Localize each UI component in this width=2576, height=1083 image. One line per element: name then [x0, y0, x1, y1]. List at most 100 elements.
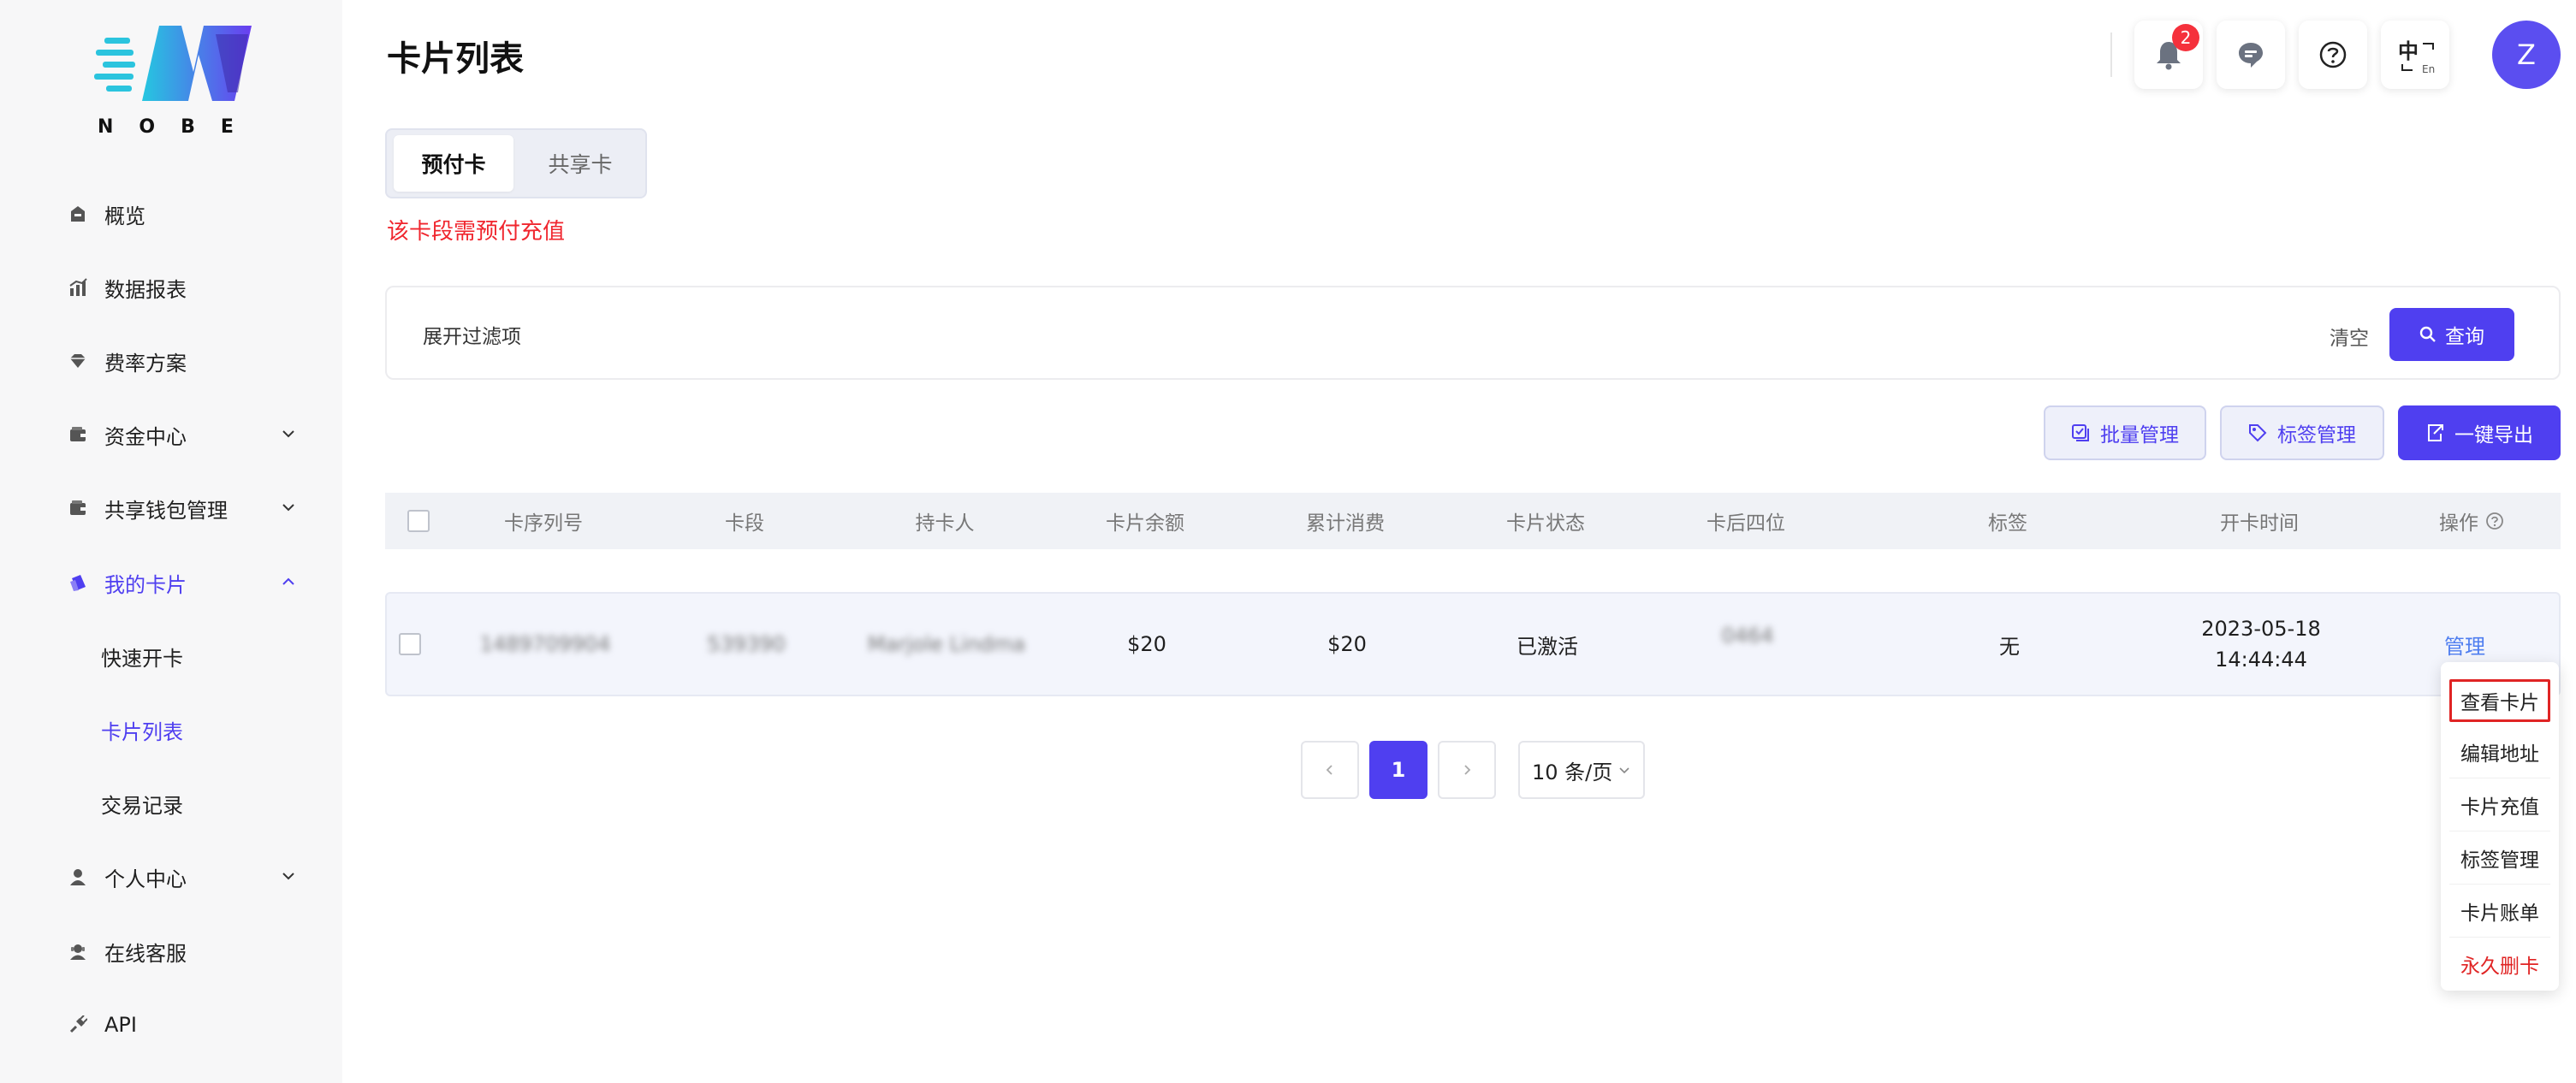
menu-item-edit-address[interactable]: 编辑地址: [2449, 725, 2550, 778]
home-icon: [67, 203, 89, 225]
notification-button[interactable]: 2: [2134, 21, 2203, 89]
sidebar-subitem-label: 卡片列表: [101, 719, 183, 744]
cell-holder: Marjole Lindma: [867, 632, 1026, 656]
page-number-current[interactable]: 1: [1369, 741, 1427, 799]
sidebar-subitem-transactions[interactable]: 交易记录: [101, 779, 183, 827]
export-button[interactable]: 一键导出: [2398, 405, 2561, 460]
logo[interactable]: NOBE: [92, 22, 252, 142]
notification-badge: 2: [2172, 24, 2199, 51]
menu-item-tag-manage[interactable]: 标签管理: [2449, 831, 2550, 885]
sidebar-item-reports[interactable]: 数据报表: [67, 263, 315, 311]
switch-arrow-icon: [2401, 64, 2413, 71]
tab-prepaid-card[interactable]: 预付卡: [394, 135, 513, 192]
sidebar-item-support[interactable]: 在线客服: [67, 927, 315, 975]
chevron-down-icon: [282, 430, 294, 438]
wallet-icon: [67, 423, 89, 446]
open-date: 2023-05-18: [2201, 617, 2321, 641]
table-row: 1489709904 539390 Marjole Lindma $20 $20…: [385, 592, 2561, 696]
sidebar-item-funds[interactable]: 资金中心: [67, 411, 315, 459]
cell-tag: 无: [1999, 634, 2020, 659]
language-switch-button[interactable]: 中 En: [2381, 21, 2449, 89]
help-button[interactable]: [2299, 21, 2367, 89]
message-button[interactable]: [2217, 21, 2285, 89]
sidebar-item-api[interactable]: API: [67, 1001, 315, 1049]
sidebar-item-label: 个人中心: [104, 867, 187, 891]
page-size-value: 10 条/页: [1532, 760, 1613, 784]
api-icon: [67, 1014, 89, 1036]
sidebar-item-label: 我的卡片: [104, 572, 187, 597]
switch-arrow-icon: [2423, 43, 2434, 50]
wallet-icon: [67, 497, 89, 519]
tag-manage-label: 标签管理: [2277, 424, 2356, 447]
diamond-icon: [67, 350, 89, 372]
row-checkbox[interactable]: [399, 633, 421, 655]
sidebar-subitem-label: 快速开卡: [101, 646, 183, 671]
select-all-checkbox[interactable]: [407, 510, 430, 532]
question-circle-icon[interactable]: [2485, 512, 2504, 530]
card-type-tabs: 预付卡 共享卡: [385, 128, 647, 198]
menu-item-card-recharge[interactable]: 卡片充值: [2449, 778, 2550, 831]
clear-button[interactable]: 清空: [2330, 322, 2369, 351]
batch-manage-label: 批量管理: [2100, 424, 2179, 447]
user-icon: [67, 866, 89, 888]
column-header: 卡序列号: [504, 512, 583, 535]
header-divider: [2110, 33, 2112, 77]
sidebar-item-overview[interactable]: 概览: [67, 190, 315, 238]
page-size-select[interactable]: 10 条/页: [1518, 741, 1645, 799]
tag-manage-button[interactable]: 标签管理: [2220, 405, 2384, 460]
sidebar-item-label: 概览: [104, 204, 145, 228]
column-header: 开卡时间: [2220, 512, 2299, 535]
chevron-right-icon: [1464, 765, 1471, 775]
language-alt: En: [2422, 63, 2436, 75]
batch-icon: [2072, 424, 2089, 441]
sidebar-item-label: 在线客服: [104, 941, 187, 966]
prepaid-notice: 该卡段需预付充值: [387, 219, 566, 245]
column-header: 卡段: [725, 512, 764, 535]
query-button[interactable]: 查询: [2389, 308, 2514, 361]
logo-text: NOBE: [98, 116, 259, 138]
chevron-left-icon: [1326, 765, 1333, 775]
expand-filters-toggle[interactable]: 展开过滤项: [423, 320, 521, 349]
cell-segment: 539390: [707, 632, 786, 656]
sidebar-subitem-card-list[interactable]: 卡片列表: [101, 706, 183, 754]
column-header: 卡后四位: [1706, 512, 1785, 535]
filter-panel: 展开过滤项 清空 查询: [385, 286, 2561, 380]
sidebar-subitem-quick-open[interactable]: 快速开卡: [101, 632, 183, 680]
cards-icon: [67, 571, 89, 594]
column-header: 卡片状态: [1506, 512, 1585, 535]
support-icon: [67, 940, 89, 962]
tab-shared-card[interactable]: 共享卡: [520, 135, 640, 192]
prev-page-button[interactable]: [1301, 741, 1359, 799]
tag-icon: [2249, 424, 2267, 442]
column-header: 累计消费: [1306, 512, 1385, 535]
column-header-actions: 操作: [2412, 493, 2531, 549]
cell-serial: 1489709904: [479, 632, 611, 656]
sidebar-item-label: 资金中心: [104, 424, 187, 449]
search-icon: [2419, 326, 2436, 342]
question-circle-icon: [2319, 41, 2347, 68]
chevron-down-icon: [1619, 767, 1629, 774]
sidebar-item-label: API: [104, 1013, 137, 1037]
open-time: 14:44:44: [2215, 648, 2307, 672]
column-header: 卡片余额: [1106, 512, 1184, 535]
menu-item-view-card[interactable]: 查看卡片: [2449, 679, 2550, 722]
export-label: 一键导出: [2454, 424, 2533, 447]
chat-icon: [2239, 43, 2263, 68]
sidebar-item-personal-center[interactable]: 个人中心: [67, 853, 315, 901]
logo-mark-icon: [94, 26, 252, 101]
sidebar-item-rates[interactable]: 费率方案: [67, 337, 315, 385]
next-page-button[interactable]: [1438, 741, 1496, 799]
cell-balance: $20: [1127, 632, 1166, 656]
chevron-up-icon: [282, 577, 294, 585]
batch-manage-button[interactable]: 批量管理: [2044, 405, 2206, 460]
cell-spent: $20: [1327, 632, 1367, 656]
cell-last4: 0464: [1721, 624, 1774, 648]
chart-icon: [67, 276, 89, 299]
menu-item-delete-card[interactable]: 永久删卡: [2449, 938, 2550, 991]
sidebar-item-my-cards[interactable]: 我的卡片: [67, 559, 315, 607]
menu-item-card-bill[interactable]: 卡片账单: [2449, 885, 2550, 938]
sidebar-item-label: 费率方案: [104, 351, 187, 376]
avatar[interactable]: Z: [2492, 21, 2561, 89]
manage-dropdown-menu: 查看卡片 编辑地址 卡片充值 标签管理 卡片账单 永久删卡: [2441, 662, 2559, 991]
sidebar-item-shared-wallet[interactable]: 共享钱包管理: [67, 484, 315, 532]
